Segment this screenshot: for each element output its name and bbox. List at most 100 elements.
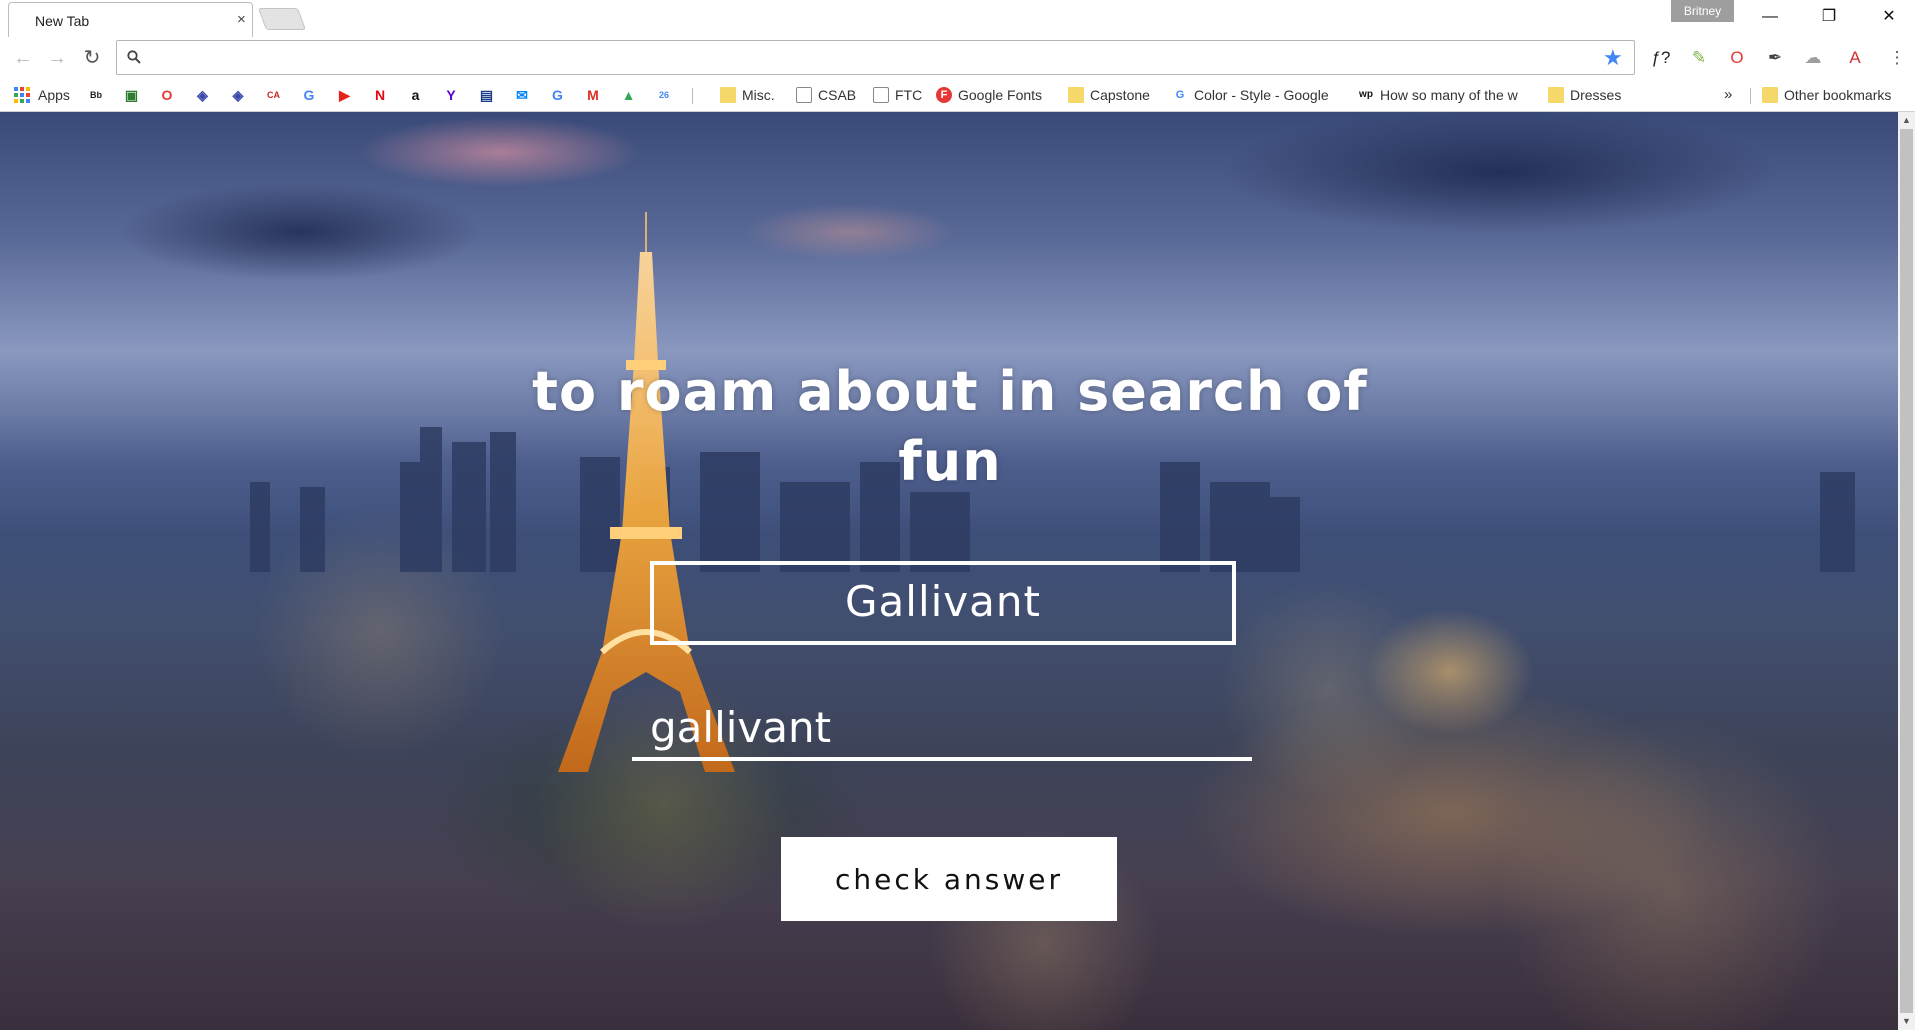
- address-input[interactable]: [151, 45, 1591, 70]
- folder-icon: [720, 87, 736, 103]
- cloud-ext-icon[interactable]: ☁: [1800, 45, 1826, 71]
- tab-close-icon[interactable]: ×: [237, 11, 246, 28]
- bookmark-separator: [1750, 88, 1751, 104]
- check-answer-button[interactable]: check answer: [781, 837, 1117, 921]
- menu-icon[interactable]: ⋮: [1884, 45, 1910, 71]
- other-bookmarks[interactable]: Other bookmarks: [1762, 84, 1891, 106]
- opera-bookmark-icon: O: [161, 87, 173, 103]
- yahoo-bookmark[interactable]: Y: [443, 84, 465, 106]
- google-bookmark-icon: G: [552, 87, 563, 103]
- calendar-bookmark-icon: 26: [658, 90, 669, 100]
- new-tab-button[interactable]: [257, 8, 307, 30]
- restore-button[interactable]: ❐: [1806, 2, 1852, 32]
- yahoo-bookmark-icon: Y: [446, 87, 456, 103]
- bookmark-label: Dresses: [1570, 87, 1622, 103]
- back-button[interactable]: ←: [10, 45, 36, 71]
- scroll-up-icon[interactable]: ▲: [1898, 112, 1915, 129]
- definition-heading: to roam about in search of fun: [532, 360, 1368, 493]
- bookmark-separator: [692, 88, 693, 104]
- google-icon: G: [1172, 87, 1188, 103]
- bookmark-google-fonts[interactable]: F Google Fonts: [936, 84, 1042, 106]
- page-content: to roam about in search of fun Gallivant…: [0, 112, 1898, 1030]
- font-finder-ext-icon[interactable]: ƒ?: [1648, 45, 1674, 71]
- netflix-bookmark-icon: N: [374, 87, 386, 103]
- bookmarks-bar: Apps Bb ▣ O ◈ ◈ CA G ▶ Na Y ▤ ✉ G M ▲ 26 Misc. CSAB FTC F G…: [0, 79, 1915, 112]
- folder-icon: [1762, 87, 1778, 103]
- news-bookmark[interactable]: ▤: [479, 84, 501, 106]
- apps-grid-icon: [14, 87, 30, 103]
- reload-button[interactable]: ↻: [79, 45, 105, 71]
- active-tab[interactable]: New Tab ×: [8, 2, 253, 37]
- profile-button[interactable]: Britney: [1671, 0, 1734, 22]
- drive-bookmark[interactable]: ▲: [621, 84, 643, 106]
- bookmark-capstone[interactable]: Capstone: [1068, 84, 1150, 106]
- search-icon: [127, 50, 141, 64]
- bookmark-label: Color - Style - Google: [1194, 87, 1329, 103]
- gmail-bookmark-icon: M: [587, 87, 599, 103]
- bookmark-label: Misc.: [742, 87, 775, 103]
- bookmark-label: Google Fonts: [958, 87, 1043, 103]
- amazon-bookmark-icon: a: [411, 87, 420, 103]
- bookmark-label: FTC: [895, 87, 923, 103]
- bookmark-misc[interactable]: Misc.: [720, 84, 775, 106]
- amazon-bookmark[interactable]: a: [408, 84, 430, 106]
- opera-bookmark[interactable]: O: [159, 84, 181, 106]
- word-display: Gallivant: [650, 561, 1236, 645]
- messenger-bookmark[interactable]: ✉: [514, 84, 536, 106]
- page-icon: [796, 87, 812, 103]
- diamond-bookmark-icon-1: ◈: [197, 87, 208, 103]
- translate-bookmark-icon: G: [303, 87, 315, 103]
- news-bookmark-icon: ▤: [479, 87, 494, 103]
- messenger-bookmark-icon: ✉: [516, 87, 528, 103]
- bookmark-ftc[interactable]: FTC: [873, 84, 922, 106]
- youtube-bookmark-icon: ▶: [339, 87, 350, 103]
- bookmark-label: Capstone: [1090, 87, 1150, 103]
- bookmark-label: CSAB: [818, 87, 857, 103]
- google-bookmark[interactable]: G: [550, 84, 572, 106]
- scroll-down-icon[interactable]: ▼: [1898, 1013, 1915, 1030]
- netflix-bookmark[interactable]: N: [372, 84, 394, 106]
- acrobat-ext-icon[interactable]: A: [1842, 45, 1868, 71]
- classroom-bookmark-icon: ▣: [124, 87, 139, 103]
- apps-bookmark[interactable]: Apps: [14, 84, 70, 106]
- diamond-bookmark-2[interactable]: ◈: [230, 84, 252, 106]
- bookmark-csab[interactable]: CSAB: [796, 84, 856, 106]
- folder-icon: [1068, 87, 1084, 103]
- gmail-bookmark[interactable]: M: [585, 84, 607, 106]
- opera-ext-icon[interactable]: O: [1724, 45, 1750, 71]
- scroll-thumb[interactable]: [1900, 129, 1913, 1013]
- address-bar[interactable]: ★: [116, 40, 1635, 75]
- bookmark-label: How so many of the w: [1380, 87, 1518, 103]
- other-bookmarks-label: Other bookmarks: [1784, 87, 1892, 103]
- apps-label: Apps: [38, 87, 70, 103]
- drive-bookmark-icon: ▲: [621, 87, 636, 103]
- browser-toolbar: ← → ↻ ★ ƒ? ✎ O ✒ ☁ A ⋮: [0, 37, 1915, 79]
- minimize-button[interactable]: —: [1747, 2, 1793, 32]
- title-bar: New Tab × Britney — ❐ ✕: [0, 0, 1915, 37]
- page-icon: [873, 87, 889, 103]
- folder-icon: [1548, 87, 1564, 103]
- google-fonts-icon: F: [936, 87, 952, 103]
- eyedropper-ext-icon[interactable]: ✒: [1762, 45, 1788, 71]
- translate-bookmark[interactable]: G: [301, 84, 323, 106]
- diamond-bookmark-1[interactable]: ◈: [195, 84, 217, 106]
- calendar-bookmark[interactable]: 26: [656, 84, 678, 106]
- close-window-button[interactable]: ✕: [1866, 2, 1912, 32]
- classroom-bookmark[interactable]: ▣: [124, 84, 146, 106]
- diamond-bookmark-icon-2: ◈: [232, 87, 244, 103]
- blackboard-bookmark-icon: Bb: [90, 90, 102, 100]
- bookmark-how-so-many-of-the-w[interactable]: wp How so many of the w: [1358, 84, 1518, 106]
- page-scrollbar[interactable]: ▲ ▼: [1898, 112, 1915, 1030]
- blackboard-bookmark[interactable]: Bb: [88, 84, 110, 106]
- youtube-bookmark[interactable]: ▶: [337, 84, 359, 106]
- bookmark-star-icon[interactable]: ★: [1603, 45, 1623, 71]
- ca-bookmark[interactable]: CA: [266, 84, 288, 106]
- answer-input[interactable]: [632, 697, 1252, 761]
- ca-bookmark-icon: CA: [267, 90, 280, 100]
- bookmarks-overflow-button[interactable]: »: [1724, 84, 1732, 106]
- washington-post-icon: wp: [1358, 87, 1374, 103]
- leaf-ext-icon[interactable]: ✎: [1686, 45, 1712, 71]
- forward-button[interactable]: →: [44, 45, 70, 71]
- bookmark-dresses[interactable]: Dresses: [1548, 84, 1621, 106]
- bookmark-color-style-google[interactable]: G Color - Style - Google: [1172, 84, 1329, 106]
